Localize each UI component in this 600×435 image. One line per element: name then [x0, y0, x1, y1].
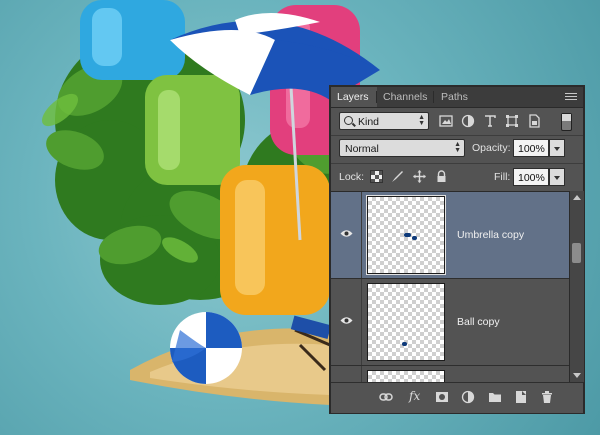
visibility-cell: [331, 192, 362, 278]
layer-thumbnail: [366, 195, 446, 275]
tab-layers[interactable]: Layers: [331, 87, 377, 107]
lock-all-icon[interactable]: [435, 170, 448, 183]
visibility-cell: [331, 279, 362, 365]
filter-kind-label: Kind: [358, 116, 380, 128]
link-icon[interactable]: [379, 390, 393, 404]
layer-name: Umbrella copy: [457, 229, 525, 241]
adjustment-layer-icon[interactable]: [461, 390, 475, 404]
fx-icon[interactable]: fx: [409, 389, 423, 403]
type-filter-icon[interactable]: [483, 114, 497, 128]
filter-kind-select[interactable]: Kind ▲ ▼: [339, 112, 429, 130]
opacity-label: Opacity:: [472, 142, 511, 154]
scroll-thumb[interactable]: [572, 243, 581, 263]
folder-icon[interactable]: [488, 390, 502, 404]
layer-thumbnail: [367, 283, 445, 361]
fill-label: Fill:: [494, 171, 511, 183]
scroll-up-icon[interactable]: [573, 195, 581, 200]
updown-arrows-icon: ▲ ▼: [454, 141, 461, 154]
lock-position-icon[interactable]: [413, 170, 426, 183]
panel-tab-bar: Layers Channels Paths: [331, 87, 583, 108]
search-icon: [344, 116, 353, 125]
trash-icon[interactable]: [540, 390, 554, 404]
tab-channels[interactable]: Channels: [377, 87, 433, 107]
pixel-filter-icon[interactable]: [439, 114, 453, 128]
mask-icon[interactable]: [435, 390, 449, 404]
visibility-cell: [331, 366, 362, 383]
scroll-down-icon[interactable]: [573, 373, 581, 378]
adjustment-filter-icon[interactable]: [461, 114, 475, 128]
layer-row-ball-copy[interactable]: Ball copy: [331, 279, 569, 366]
lock-label: Lock:: [339, 171, 365, 183]
updown-arrows-icon: ▲ ▼: [418, 114, 425, 127]
layers-scrollbar[interactable]: [569, 191, 584, 382]
opacity-dropdown-button[interactable]: [549, 139, 565, 157]
smart-object-filter-icon[interactable]: [527, 114, 541, 128]
eye-icon[interactable]: [340, 316, 353, 325]
filter-toggle-switch[interactable]: [561, 113, 572, 131]
lock-image-icon[interactable]: [391, 170, 404, 183]
layer-name: Ball copy: [457, 316, 500, 328]
eye-icon[interactable]: [340, 229, 353, 238]
layers-panel: Layers Channels Paths Kind ▲ ▼ Normal ▲ …: [329, 85, 585, 414]
layer-row-partial[interactable]: [331, 366, 569, 383]
tab-divider: [433, 91, 434, 103]
tab-paths[interactable]: Paths: [435, 87, 474, 107]
layers-bottom-bar: fx: [331, 382, 583, 413]
fill-input[interactable]: 100%: [513, 168, 549, 186]
blend-mode-value: Normal: [345, 143, 379, 155]
filter-row: Kind ▲ ▼: [331, 108, 583, 136]
blend-row: Normal ▲ ▼ Opacity: 100%: [331, 136, 583, 161]
shape-filter-icon[interactable]: [505, 114, 519, 128]
lock-row: Lock: Fill: 100%: [331, 163, 583, 191]
fill-dropdown-button[interactable]: [549, 168, 565, 186]
lock-transparent-icon[interactable]: [370, 170, 383, 183]
layers-list: Umbrella copy Ball copy: [331, 191, 569, 383]
panel-menu-icon[interactable]: [565, 91, 577, 103]
blend-mode-select[interactable]: Normal ▲ ▼: [339, 139, 465, 157]
opacity-input[interactable]: 100%: [513, 139, 549, 157]
layer-row-umbrella-copy[interactable]: Umbrella copy: [331, 192, 569, 279]
new-layer-icon[interactable]: [514, 390, 528, 404]
